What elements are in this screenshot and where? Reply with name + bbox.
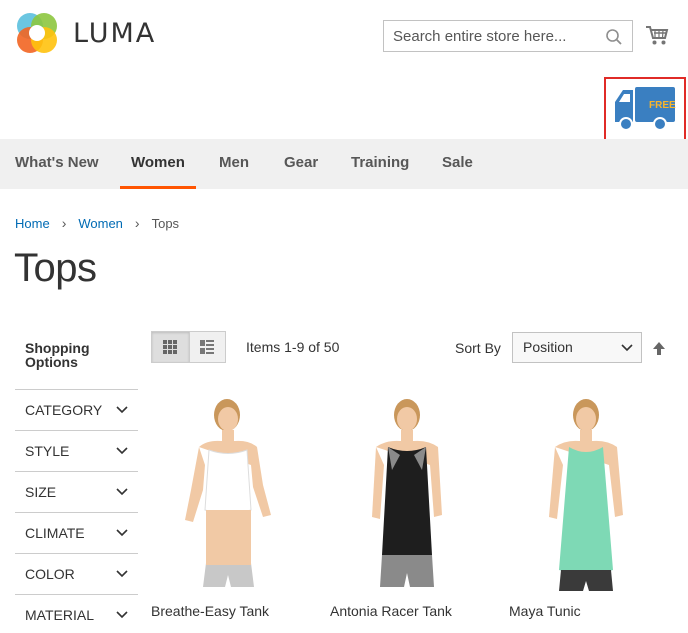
nav-item-women[interactable]: Women — [120, 139, 196, 189]
model-figure — [549, 399, 623, 591]
chevron-down-icon — [116, 447, 128, 455]
filter-label: MATERIAL — [25, 607, 94, 623]
chevron-down-icon — [116, 570, 128, 578]
nav-item-training[interactable]: Training — [351, 139, 409, 189]
grid-icon — [163, 340, 178, 354]
search-icon[interactable] — [605, 28, 623, 46]
filter-label: STYLE — [25, 443, 70, 459]
list-icon — [200, 340, 215, 354]
main-navigation: What's New Women Men Gear Training Sale — [0, 139, 688, 189]
cart-icon[interactable] — [645, 23, 669, 47]
filter-material[interactable]: MATERIAL — [15, 594, 138, 633]
grid-view-button[interactable] — [152, 332, 189, 362]
items-count: Items 1-9 of 50 — [246, 339, 340, 355]
filter-label: SIZE — [25, 484, 57, 500]
logo-text: LUMA — [73, 17, 157, 49]
chevron-right-icon: › — [61, 215, 67, 231]
filter-label: CLIMATE — [25, 525, 85, 541]
filter-category[interactable]: CATEGORY — [15, 389, 138, 430]
chevron-right-icon: › — [134, 215, 140, 231]
breadcrumb-women[interactable]: Women — [78, 216, 123, 231]
filter-label: CATEGORY — [25, 402, 103, 418]
list-view-button[interactable] — [188, 332, 225, 362]
product-image[interactable] — [509, 395, 659, 591]
shopping-options-title: Shopping Options — [25, 340, 90, 370]
chevron-down-icon — [621, 344, 633, 352]
sort-label: Sort By — [455, 340, 501, 356]
breadcrumb: Home › Women › Tops — [15, 215, 179, 231]
model-figure — [372, 399, 442, 587]
free-badge-text: FREE — [649, 100, 676, 111]
product-item[interactable]: Maya Tunic — [509, 395, 659, 619]
chevron-down-icon — [116, 406, 128, 414]
chevron-down-icon — [116, 488, 128, 496]
search-box[interactable] — [383, 20, 633, 52]
filter-climate[interactable]: CLIMATE — [15, 512, 138, 553]
sort-selected-value: Position — [523, 339, 573, 355]
product-name[interactable]: Antonia Racer Tank — [330, 603, 452, 619]
nav-item-men[interactable]: Men — [219, 139, 249, 189]
store-logo[interactable]: LUMA — [15, 11, 156, 55]
page-title: Tops — [14, 246, 97, 290]
product-image[interactable] — [330, 395, 480, 591]
luma-logo-icon — [17, 13, 57, 53]
sort-direction-arrow-up-icon[interactable] — [651, 340, 667, 356]
nav-item-sale[interactable]: Sale — [442, 139, 473, 189]
filter-label: COLOR — [25, 566, 75, 582]
nav-item-gear[interactable]: Gear — [284, 139, 318, 189]
sort-by-select[interactable]: Position — [512, 332, 642, 363]
filter-color[interactable]: COLOR — [15, 553, 138, 594]
product-item[interactable]: Antonia Racer Tank — [330, 395, 480, 619]
breadcrumb-home[interactable]: Home — [15, 216, 50, 231]
product-image[interactable] — [151, 395, 301, 591]
chevron-down-icon — [116, 529, 128, 537]
view-mode-switcher — [151, 331, 226, 363]
model-figure — [185, 399, 271, 587]
free-shipping-badge[interactable]: FREE — [604, 77, 686, 141]
chevron-down-icon — [116, 611, 128, 619]
filter-list: CATEGORY STYLE SIZE CLIMATE COLOR MATERI… — [15, 389, 138, 633]
product-name[interactable]: Breathe-Easy Tank — [151, 603, 269, 619]
product-item[interactable]: Breathe-Easy Tank — [151, 395, 301, 619]
breadcrumb-current: Tops — [151, 215, 180, 231]
filter-style[interactable]: STYLE — [15, 430, 138, 471]
filter-size[interactable]: SIZE — [15, 471, 138, 512]
search-input[interactable] — [384, 21, 594, 51]
nav-item-whats-new[interactable]: What's New — [15, 139, 99, 189]
product-name[interactable]: Maya Tunic — [509, 603, 581, 619]
